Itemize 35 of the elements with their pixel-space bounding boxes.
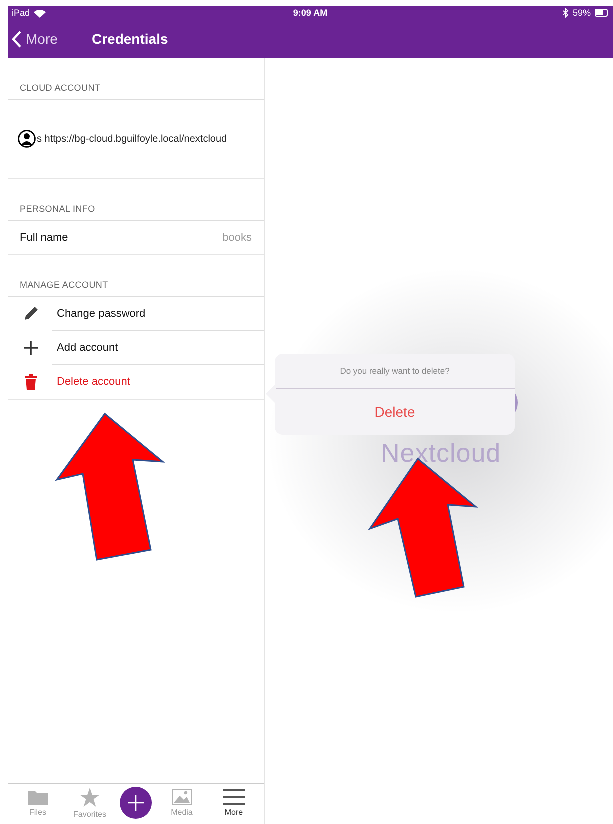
tab-bar-item[interactable]: More: [212, 789, 256, 817]
battery-percent: 59%: [572, 8, 591, 18]
popover-message: Do you really want to delete?: [275, 354, 515, 389]
battery-icon: [595, 9, 609, 17]
logo-wordmark: Nextcloud: [381, 438, 502, 469]
star-icon: [80, 788, 100, 806]
menu-item[interactable]: Delete account: [57, 376, 130, 388]
section-header: MANAGE ACCOUNT: [8, 255, 264, 297]
delete-button[interactable]: Delete: [275, 389, 515, 435]
menu-item[interactable]: Add account: [57, 342, 118, 354]
section-header: CLOUD ACCOUNT: [8, 58, 264, 100]
screen-title: Credentials: [92, 31, 168, 47]
menu-item[interactable]: Change password: [57, 308, 146, 320]
tab-bar-item[interactable]: Media: [160, 789, 204, 817]
menu-icon: [223, 789, 245, 805]
status-time: 9:09 AM: [293, 8, 328, 18]
tab-bar-item[interactable]: Files: [16, 789, 60, 817]
folder-icon: [28, 789, 48, 805]
avatar-icon: [18, 130, 36, 148]
device-name: iPad: [12, 8, 30, 18]
wifi-icon: [34, 8, 46, 18]
add-button[interactable]: [120, 787, 152, 819]
trash-icon: [22, 373, 40, 391]
image-icon: [172, 789, 192, 805]
server-url: s https://bg-cloud.bguilfoyle.local/nextcloud: [37, 134, 228, 144]
back-button[interactable]: More: [8, 30, 92, 48]
chevron-left-icon: [12, 30, 22, 48]
section-header: PERSONAL INFO: [8, 179, 264, 221]
pencil-icon: [22, 305, 40, 323]
field-value: books: [222, 232, 252, 244]
bluetooth-icon: [562, 8, 569, 18]
plus-icon: [22, 339, 40, 357]
tab-bar-item[interactable]: Favorites: [68, 788, 112, 818]
field-label: Full name: [20, 232, 68, 244]
plus-icon: [128, 795, 144, 811]
